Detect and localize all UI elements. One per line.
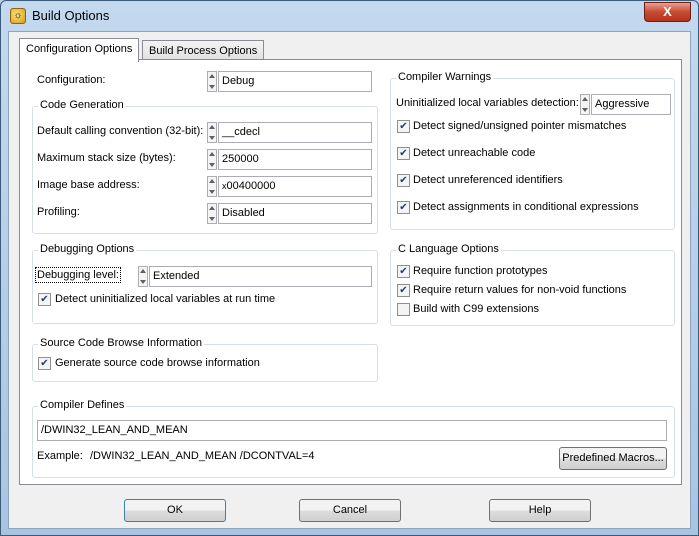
detect-uninit-checkbox[interactable] xyxy=(38,293,51,306)
example-value: /DWIN32_LEAN_AND_MEAN /DCONTVAL=4 xyxy=(90,450,315,462)
image-base-field[interactable]: x00400000 xyxy=(218,176,372,197)
app-icon: ☼ xyxy=(10,8,26,24)
image-base-label: Image base address: xyxy=(37,179,140,191)
debugging-level-spin-icon[interactable] xyxy=(138,266,148,287)
configuration-label: Configuration: xyxy=(37,74,106,86)
stack-size-spin-icon[interactable] xyxy=(207,149,217,170)
cancel-button[interactable]: Cancel xyxy=(299,499,401,522)
tab-configuration-options[interactable]: Configuration Options xyxy=(19,38,140,62)
example-label: Example: xyxy=(37,450,83,462)
uninit-detection-field[interactable]: Aggressive xyxy=(591,94,671,115)
help-button[interactable]: Help xyxy=(489,499,591,522)
debugging-level-label: Debugging level: xyxy=(35,267,121,283)
close-button[interactable]: X xyxy=(644,2,691,22)
uninit-detection-spin-icon[interactable] xyxy=(580,94,590,115)
compiler-defines-input[interactable]: /DWIN32_LEAN_AND_MEAN xyxy=(37,420,667,441)
conditional-assignments-label: Detect assignments in conditional expres… xyxy=(413,201,639,213)
predefined-macros-button[interactable]: Predefined Macros... xyxy=(559,447,667,470)
return-values-checkbox[interactable] xyxy=(397,284,410,297)
stack-size-label: Maximum stack size (bytes): xyxy=(37,152,176,164)
configuration-spin-icon[interactable] xyxy=(207,71,217,92)
return-values-label: Require return values for non-void funct… xyxy=(413,284,627,296)
function-prototypes-label: Require function prototypes xyxy=(413,265,548,277)
configuration-field[interactable]: Debug xyxy=(218,71,372,92)
image-base-spin-icon[interactable] xyxy=(207,176,217,197)
title-bar[interactable]: ☼ Build Options X xyxy=(1,1,698,31)
c99-extensions-label: Build with C99 extensions xyxy=(413,303,539,315)
code-generation-title: Code Generation xyxy=(38,99,126,111)
profiling-field[interactable]: Disabled xyxy=(218,203,372,224)
profiling-label: Profiling: xyxy=(37,206,80,218)
c-language-title: C Language Options xyxy=(396,243,501,255)
unreachable-code-checkbox[interactable] xyxy=(397,147,410,160)
function-prototypes-checkbox[interactable] xyxy=(397,265,410,278)
calling-convention-label: Default calling convention (32-bit): xyxy=(37,125,204,137)
image-base-value: 00400000 xyxy=(226,180,276,192)
browse-info-title: Source Code Browse Information xyxy=(38,337,205,349)
unreferenced-identifiers-label: Detect unreferenced identifiers xyxy=(413,174,563,186)
signed-unsigned-label: Detect signed/unsigned pointer mismatche… xyxy=(413,120,627,132)
generate-browse-label: Generate source code browse information xyxy=(55,357,260,369)
configuration-options-panel: Configuration: Debug Code Generation Def… xyxy=(19,59,682,485)
conditional-assignments-checkbox[interactable] xyxy=(397,201,410,214)
debugging-options-title: Debugging Options xyxy=(38,243,137,255)
c99-extensions-checkbox[interactable] xyxy=(397,303,410,316)
dialog-body: Configuration Options Build Process Opti… xyxy=(8,31,691,529)
detect-uninit-label: Detect uninitialized local variables at … xyxy=(55,293,276,305)
uninit-detection-label: Uninitialized local variables detection: xyxy=(396,97,579,109)
signed-unsigned-checkbox[interactable] xyxy=(397,120,410,133)
calling-convention-field[interactable]: __cdecl xyxy=(218,122,372,143)
calling-convention-spin-icon[interactable] xyxy=(207,122,217,143)
generate-browse-checkbox[interactable] xyxy=(38,357,51,370)
compiler-defines-title: Compiler Defines xyxy=(38,399,127,411)
profiling-spin-icon[interactable] xyxy=(207,203,217,224)
unreachable-code-label: Detect unreachable code xyxy=(413,147,536,159)
debugging-options-group: Debugging Options xyxy=(32,243,378,324)
unreferenced-identifiers-checkbox[interactable] xyxy=(397,174,410,187)
stack-size-field[interactable]: 250000 xyxy=(218,149,372,170)
window-title: Build Options xyxy=(32,8,110,23)
debugging-level-field[interactable]: Extended xyxy=(149,266,372,287)
ok-button[interactable]: OK xyxy=(124,499,226,522)
build-options-dialog: ☼ Build Options X Configuration Options … xyxy=(0,0,699,536)
compiler-warnings-title: Compiler Warnings xyxy=(396,71,494,83)
